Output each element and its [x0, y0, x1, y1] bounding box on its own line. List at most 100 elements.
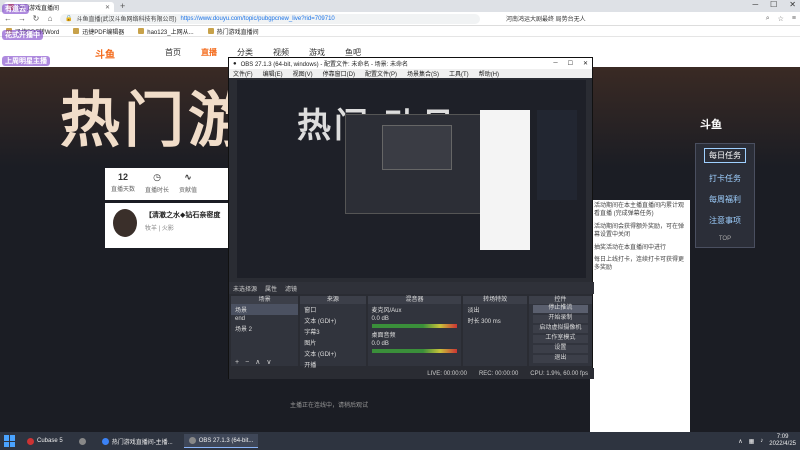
nav-video[interactable]: 视频	[273, 47, 289, 58]
studio-mode-button[interactable]: 工作室模式	[532, 335, 588, 343]
minimize-icon[interactable]: ─	[553, 60, 557, 67]
rec-status: REC: 00:00:00	[478, 370, 519, 377]
no-source-label: 未选择源	[233, 286, 258, 293]
close-window-icon[interactable]: ✕	[789, 0, 796, 9]
anchor-name[interactable]: 【清澈之水◆钻石亲密度	[145, 210, 220, 220]
mixer-level: 0.0 dB	[371, 316, 389, 322]
new-tab-icon[interactable]: +	[120, 1, 125, 11]
sources-dock: 来源 窗口 文本 (GDI+) 字幕3 图片 文本 (GDI+) 开播	[300, 296, 366, 369]
url-org: 斗鱼直播(武汉斗鱼网络科技有限公司)	[76, 17, 177, 23]
lock-icon: 🔒	[65, 16, 73, 22]
reload-icon[interactable]: ↻	[32, 14, 40, 23]
obs-icon	[188, 437, 196, 444]
menu-view[interactable]: 视图(V)	[293, 69, 313, 78]
scene-item[interactable]: 场景	[231, 304, 299, 315]
recursive-preview: 热门 动月	[237, 80, 586, 278]
daily-task-tab[interactable]: 每日任务	[704, 148, 746, 163]
chat-panel: 活动期间在本主播直播间内累计观看直播 (完成弹幕任务) 活动期间会获得额外奖励，…	[590, 200, 690, 440]
filters-button[interactable]: 滤镜	[285, 284, 297, 293]
taskbar-item-steam[interactable]	[74, 434, 91, 448]
nav-game[interactable]: 游戏	[309, 47, 325, 58]
hot-news[interactable]: 河南鸿运大剧最终 局势台无人	[506, 14, 586, 23]
source-item[interactable]: 文本 (GDI+)	[300, 348, 365, 359]
duration-input[interactable]: 300 ms	[481, 319, 501, 325]
close-tab-icon[interactable]: ✕	[105, 4, 110, 11]
address-bar: ← → ↻ ⌂ 🔒 斗鱼直播(武汉斗鱼网络科技有限公司) https://www…	[0, 12, 800, 26]
clock[interactable]: 7:09 2022/4/25	[769, 434, 796, 447]
nav-fishbar[interactable]: 鱼吧	[345, 47, 361, 58]
move-up-icon[interactable]: ∧	[255, 358, 260, 366]
menu-profile[interactable]: 配置文件(P)	[365, 69, 397, 78]
taskbar-item-browser[interactable]: 热门游戏直播间-主播...	[97, 434, 178, 448]
transition-type-select[interactable]: 淡出	[463, 304, 526, 315]
source-item[interactable]: 窗口	[300, 304, 365, 315]
bookmark-item[interactable]: 迅捷PDF编辑器	[73, 27, 124, 36]
search-icon[interactable]: ⌕	[766, 15, 770, 23]
mixer-channel-name: 桌面音频	[371, 333, 396, 339]
scene-item[interactable]: end	[231, 315, 298, 323]
forward-icon[interactable]: →	[18, 14, 26, 23]
maximize-icon[interactable]: ☐	[568, 60, 573, 67]
close-icon[interactable]: ✕	[583, 60, 588, 67]
menu-file[interactable]: 文件(F)	[233, 69, 253, 78]
mixer-dock-title: 混音器	[367, 296, 462, 304]
desktop-message: 主播正在连线中，请稍后观试	[290, 403, 369, 409]
bookmark-item[interactable]: 热门游戏直播间	[207, 27, 259, 36]
add-icon[interactable]: +	[235, 359, 239, 366]
properties-button[interactable]: 属性	[265, 284, 277, 293]
virtual-camera-button[interactable]: 启动虚拟摄像机	[532, 325, 588, 333]
windows-start-icon[interactable]	[4, 435, 16, 447]
nav-live[interactable]: 直播	[201, 47, 217, 58]
minimize-icon[interactable]: ─	[752, 0, 758, 9]
browser-tabbar: 热门游戏直播间 ✕ + ─ ☐ ✕	[0, 0, 800, 12]
menu-tools[interactable]: 工具(T)	[449, 69, 469, 78]
source-item[interactable]: 文本 (GDI+)	[300, 315, 365, 326]
scene-item[interactable]: 场景 2	[231, 323, 298, 334]
weekly-welfare-tab[interactable]: 每周福利	[709, 194, 741, 205]
settings-button[interactable]: 设置	[532, 345, 588, 353]
stats-card: 12 直播天数 ◷ 直播时长 ∿ 贡献值	[105, 168, 235, 200]
obs-icon: ●	[233, 60, 237, 67]
back-to-top-button[interactable]: TOP	[719, 236, 731, 242]
source-item[interactable]: 字幕3	[300, 326, 365, 337]
exit-button[interactable]: 退出	[532, 355, 588, 363]
transitions-dock: 转场特效 淡出 时长 300 ms	[463, 296, 527, 366]
source-item[interactable]: 图片	[300, 337, 365, 348]
menu-icon[interactable]: ≡	[792, 15, 796, 23]
stop-stream-button[interactable]: 停止推流	[532, 305, 588, 313]
douyu-logo[interactable]: 斗鱼	[95, 46, 135, 61]
remove-icon[interactable]: −	[245, 359, 249, 366]
bookmark-item[interactable]: hao123_上网从...	[138, 27, 194, 36]
notes-tab[interactable]: 注意事项	[709, 215, 741, 226]
menu-docks[interactable]: 停靠窗口(D)	[323, 69, 355, 78]
network-icon[interactable]: ▦	[749, 438, 755, 445]
obs-preview[interactable]: 热门 动月	[237, 80, 586, 278]
folder-icon	[73, 28, 80, 34]
taskbar-item-cubase[interactable]: Cubase 5	[22, 434, 68, 448]
cpu-status: CPU: 1.9%, 60.00 fps	[530, 370, 588, 377]
menu-edit[interactable]: 编辑(E)	[263, 69, 283, 78]
tab-title: 热门游戏直播间	[17, 5, 60, 12]
url-field[interactable]: 🔒 斗鱼直播(武汉斗鱼网络科技有限公司) https://www.douyu.c…	[60, 13, 480, 24]
taskbar-item-obs[interactable]: OBS 27.1.3 (64-bit...	[183, 434, 259, 448]
cubase-icon	[27, 437, 34, 445]
volume-icon[interactable]: ♪	[760, 438, 763, 444]
home-icon[interactable]: ⌂	[46, 14, 54, 23]
avatar[interactable]	[113, 209, 137, 237]
back-icon[interactable]: ←	[4, 14, 12, 23]
taskbar: Cubase 5 热门游戏直播间-主播... OBS 27.1.3 (64-bi…	[0, 432, 800, 450]
audio-meter	[371, 349, 458, 353]
maximize-icon[interactable]: ☐	[770, 0, 777, 9]
move-down-icon[interactable]: ∨	[266, 358, 271, 366]
checkin-task-tab[interactable]: 打卡任务	[709, 173, 741, 184]
chat-line: 活动期间在本主播直播间内累计观看直播 (完成弹幕任务)	[594, 203, 685, 218]
obs-title-text: OBS 27.1.3 (64-bit, windows) - 配置文件: 未命名…	[240, 62, 408, 68]
obs-menubar: 文件(F) 编辑(E) 视图(V) 停靠窗口(D) 配置文件(P) 场景集合(S…	[229, 69, 592, 78]
start-recording-button[interactable]: 开始录制	[532, 315, 588, 323]
menu-scene-collection[interactable]: 场景集合(S)	[407, 69, 439, 78]
nav-home[interactable]: 首页	[165, 47, 181, 58]
menu-help[interactable]: 帮助(H)	[479, 69, 499, 78]
chevron-up-icon[interactable]: ∧	[738, 438, 742, 445]
nav-category[interactable]: 分类	[237, 47, 253, 58]
star-icon[interactable]: ☆	[778, 15, 784, 23]
